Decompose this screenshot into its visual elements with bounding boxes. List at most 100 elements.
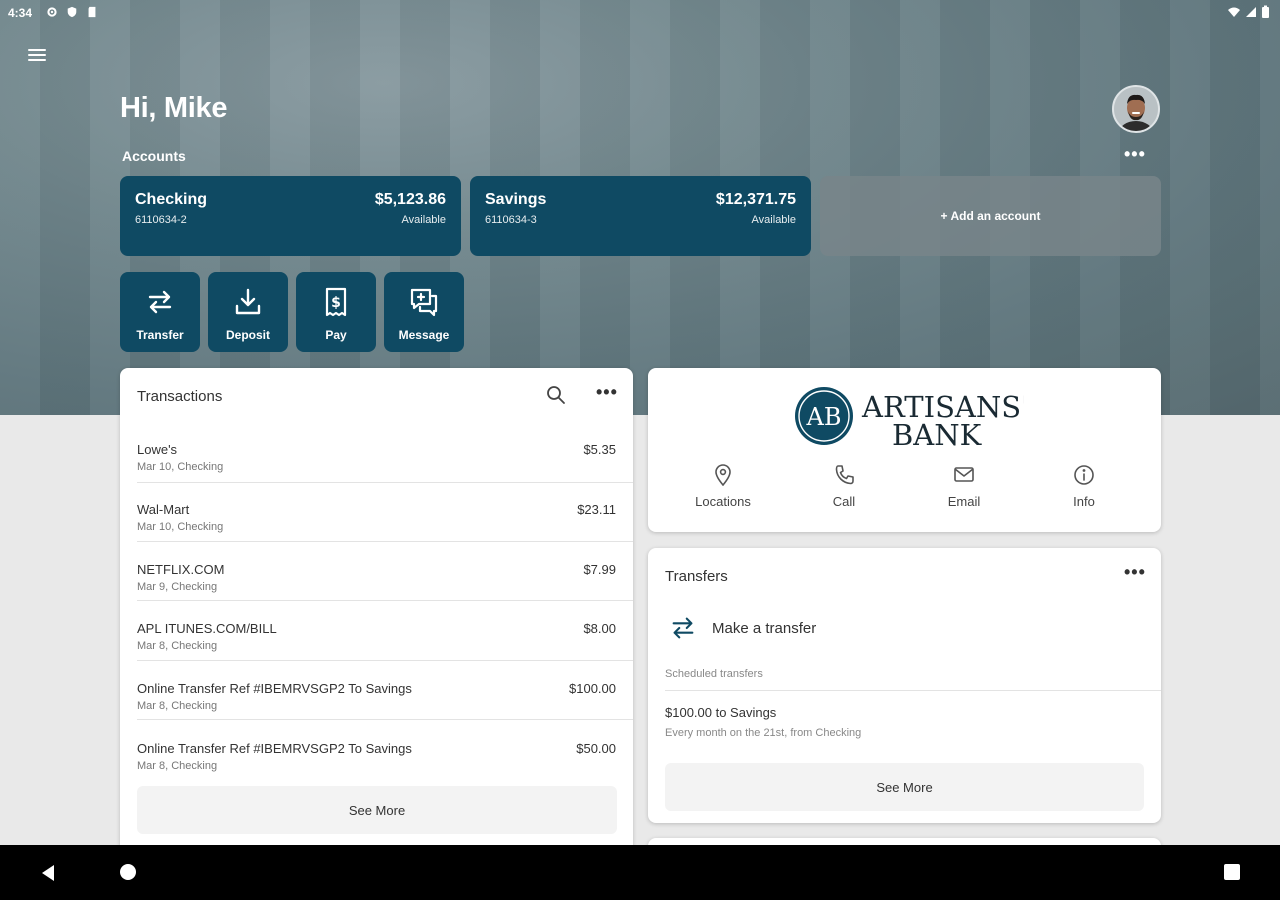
- transaction-name: NETFLIX.COM: [137, 562, 225, 577]
- make-transfer-label: Make a transfer: [712, 620, 817, 637]
- accounts-label: Accounts: [122, 148, 186, 164]
- message-icon: [410, 288, 438, 317]
- account-number: 6110634-3: [485, 214, 537, 226]
- make-transfer-button[interactable]: Make a transfer: [665, 610, 1145, 646]
- phone-icon: [835, 465, 854, 485]
- transaction-row[interactable]: Online Transfer Ref #IBEMRVSGP2 To Savin…: [120, 672, 633, 732]
- status-icons-left: [46, 5, 98, 19]
- transaction-amount: $50.00: [576, 741, 616, 756]
- scheduled-transfers-label: Scheduled transfers: [665, 668, 763, 680]
- battery-icon: [1262, 5, 1269, 18]
- account-card-savings[interactable]: Savings 6110634-3 $12,371.75 Available: [470, 176, 811, 256]
- transaction-name: Online Transfer Ref #IBEMRVSGP2 To Savin…: [137, 741, 412, 756]
- avatar[interactable]: [1112, 85, 1160, 133]
- transaction-amount: $100.00: [569, 681, 616, 696]
- transfer-icon: [672, 617, 694, 639]
- transaction-date: Mar 8, Checking: [137, 640, 218, 652]
- locations-button[interactable]: Locations: [678, 464, 768, 509]
- balance-label: Available: [751, 214, 796, 226]
- back-icon[interactable]: [40, 864, 56, 882]
- transfers-title: Transfers: [665, 568, 728, 585]
- status-bar: 4:34: [0, 0, 1280, 26]
- transfers-see-more-button[interactable]: See More: [665, 763, 1144, 811]
- transfers-more-button[interactable]: •••: [1124, 562, 1146, 583]
- row-divider: [137, 482, 633, 483]
- message-action-button[interactable]: Message: [384, 272, 464, 352]
- deposit-icon: [235, 288, 261, 315]
- settings-icon: [47, 7, 57, 17]
- transaction-row[interactable]: Wal-Mart Mar 10, Checking $23.11: [120, 493, 633, 553]
- scheduled-transfer-item[interactable]: $100.00 to Savings Every month on the 21…: [648, 698, 1161, 744]
- deposit-action-button[interactable]: Deposit: [208, 272, 288, 352]
- transaction-date: Mar 9, Checking: [137, 581, 218, 593]
- bank-info-card: AB ARTISANS' BANK Locations Call Email I…: [648, 368, 1161, 532]
- accounts-more-button[interactable]: •••: [1124, 144, 1146, 165]
- transactions-title: Transactions: [137, 388, 223, 405]
- transaction-row[interactable]: Online Transfer Ref #IBEMRVSGP2 To Savin…: [120, 732, 633, 792]
- row-divider: [137, 541, 633, 542]
- status-icons-right: [1227, 5, 1270, 19]
- shield-icon: [67, 6, 77, 18]
- row-divider: [137, 719, 633, 720]
- info-icon: [1074, 465, 1094, 485]
- call-label: Call: [832, 494, 856, 509]
- transaction-date: Mar 8, Checking: [137, 700, 218, 712]
- transaction-name: APL ITUNES.COM/BILL: [137, 621, 277, 636]
- wifi-icon: [1228, 7, 1240, 17]
- transactions-see-more-button[interactable]: See More: [137, 786, 617, 834]
- row-divider: [137, 660, 633, 661]
- add-account-button[interactable]: + Add an account: [820, 176, 1161, 256]
- transaction-row[interactable]: Lowe's Mar 10, Checking $5.35: [120, 433, 633, 493]
- transaction-amount: $5.35: [583, 442, 616, 457]
- account-number: 6110634-2: [135, 214, 187, 226]
- svg-text:AB: AB: [806, 403, 842, 431]
- email-button[interactable]: Email: [919, 464, 1009, 509]
- location-pin-icon: [715, 464, 731, 486]
- transaction-name: Wal-Mart: [137, 502, 190, 517]
- pay-action-button[interactable]: $ Pay: [296, 272, 376, 352]
- account-name: Checking: [135, 191, 208, 208]
- account-card-checking[interactable]: Checking 6110634-2 $5,123.86 Available: [120, 176, 461, 256]
- transaction-amount: $23.11: [577, 502, 616, 517]
- hamburger-menu-button[interactable]: [24, 46, 50, 68]
- info-button[interactable]: Info: [1039, 464, 1129, 509]
- transaction-name: Lowe's: [137, 442, 178, 457]
- menu-icon-line: [28, 54, 46, 56]
- status-time: 4:34: [8, 6, 33, 20]
- transactions-more-button[interactable]: •••: [596, 382, 618, 403]
- row-divider: [137, 600, 633, 601]
- navigation-bar: [0, 845, 1280, 900]
- transaction-date: Mar 10, Checking: [137, 461, 224, 473]
- scheduled-transfer-details: Every month on the 21st, from Checking: [665, 727, 862, 739]
- balance-label: Available: [401, 214, 446, 226]
- action-label: Pay: [325, 328, 347, 342]
- greeting: Hi, Mike: [120, 92, 228, 124]
- transactions-card: Transactions ••• Lowe's Mar 10, Checking…: [120, 368, 633, 868]
- signal-icon: [1246, 7, 1256, 17]
- pay-icon: $: [325, 287, 347, 317]
- transaction-amount: $8.00: [583, 621, 616, 636]
- avatar-image: [1114, 87, 1158, 131]
- svg-text:$: $: [331, 295, 341, 311]
- transaction-name: Online Transfer Ref #IBEMRVSGP2 To Savin…: [137, 681, 412, 696]
- transfer-action-button[interactable]: Transfer: [120, 272, 200, 352]
- call-button[interactable]: Call: [799, 464, 889, 509]
- menu-icon-line: [28, 59, 46, 61]
- home-icon[interactable]: [120, 864, 136, 880]
- transaction-row[interactable]: APL ITUNES.COM/BILL Mar 8, Checking $8.0…: [120, 612, 633, 672]
- svg-text:BANK: BANK: [892, 418, 983, 449]
- action-label: Deposit: [225, 328, 270, 342]
- action-label: Transfer: [136, 328, 184, 342]
- transfers-card: Transfers ••• Make a transfer Scheduled …: [648, 548, 1161, 823]
- transaction-row[interactable]: NETFLIX.COM Mar 9, Checking $7.99: [120, 553, 633, 613]
- email-icon: [954, 467, 974, 482]
- account-balance: $12,371.75: [715, 191, 796, 208]
- account-name: Savings: [485, 191, 547, 208]
- recent-apps-icon[interactable]: [1224, 864, 1240, 880]
- search-icon[interactable]: [546, 385, 566, 405]
- menu-icon-line: [28, 49, 46, 51]
- transfer-icon: [148, 290, 172, 314]
- action-label: Message: [398, 328, 450, 342]
- scheduled-transfer-name: $100.00 to Savings: [665, 705, 777, 720]
- email-label: Email: [947, 494, 981, 509]
